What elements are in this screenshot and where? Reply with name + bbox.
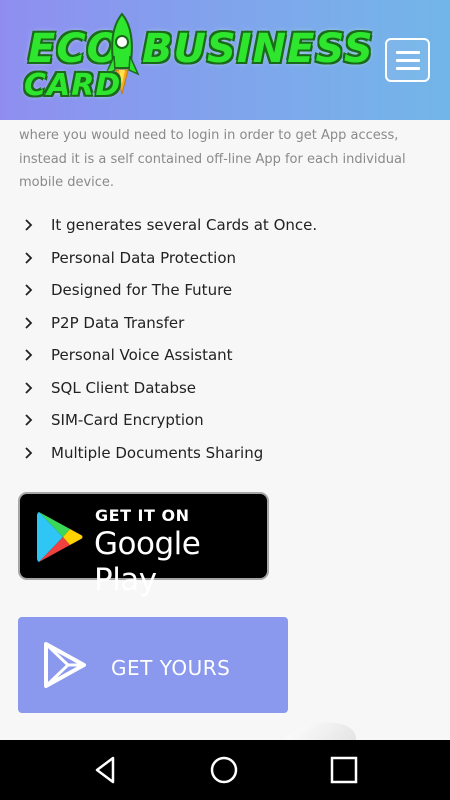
- feature-list: It generates several Cards at Once. Pers…: [0, 212, 450, 472]
- feature-label: It generates several Cards at Once.: [51, 216, 318, 234]
- google-play-badge[interactable]: GET IT ON Google Play: [18, 492, 269, 598]
- chevron-right-icon: [25, 446, 33, 459]
- feature-label: Multiple Documents Sharing: [51, 443, 264, 462]
- feature-label: SQL Client Databse: [51, 378, 197, 397]
- feature-item: SQL Client Databse: [0, 375, 450, 408]
- feature-item: P2P Data Transfer: [0, 310, 450, 343]
- get-yours-button[interactable]: GET YOURS: [18, 617, 288, 713]
- badge-small-text: GET IT ON: [95, 506, 190, 525]
- feature-label: Personal Data Protection: [51, 248, 237, 267]
- feature-label: Personal Voice Assistant: [51, 346, 233, 364]
- badge-big-text: Google Play: [94, 526, 201, 598]
- feature-item: Multiple Documents Sharing: [0, 440, 450, 473]
- feature-label: Designed for The Future: [51, 281, 233, 299]
- chevron-right-icon: [25, 251, 33, 264]
- feature-item: SIM-Card Encryption: [0, 407, 450, 440]
- play-outline-icon: [44, 642, 86, 688]
- feature-item: Designed for The Future: [0, 277, 450, 310]
- intro-paragraph: where you would need to login in order t…: [19, 128, 406, 190]
- chevron-right-icon: [25, 414, 33, 426]
- chevron-right-icon: [25, 284, 33, 296]
- chevron-right-icon: [25, 381, 33, 394]
- app-header: ECO BUSINESS CARD: [0, 0, 450, 120]
- feature-label: P2P Data Transfer: [51, 313, 185, 332]
- logo-word-card: CARD: [24, 68, 122, 103]
- chevron-right-icon: [25, 349, 33, 361]
- feature-item: Personal Data Protection: [0, 245, 450, 278]
- hamburger-icon: [396, 51, 420, 54]
- eco-business-card-logo[interactable]: ECO BUSINESS CARD: [22, 12, 373, 104]
- home-icon[interactable]: [207, 753, 241, 787]
- feature-item: It generates several Cards at Once.: [0, 212, 450, 245]
- feature-item: Personal Voice Assistant: [0, 342, 450, 375]
- feature-label: SIM-Card Encryption: [51, 411, 204, 429]
- google-play-icon: [37, 512, 83, 562]
- chevron-right-icon: [25, 219, 33, 231]
- recent-apps-icon[interactable]: [327, 753, 361, 787]
- hamburger-menu-button[interactable]: [385, 38, 430, 82]
- back-icon[interactable]: [89, 753, 123, 787]
- android-navigation-bar: [0, 740, 450, 800]
- chevron-right-icon: [25, 316, 33, 329]
- logo-word-business: BUSINESS: [142, 26, 374, 72]
- get-yours-label: GET YOURS: [111, 656, 231, 680]
